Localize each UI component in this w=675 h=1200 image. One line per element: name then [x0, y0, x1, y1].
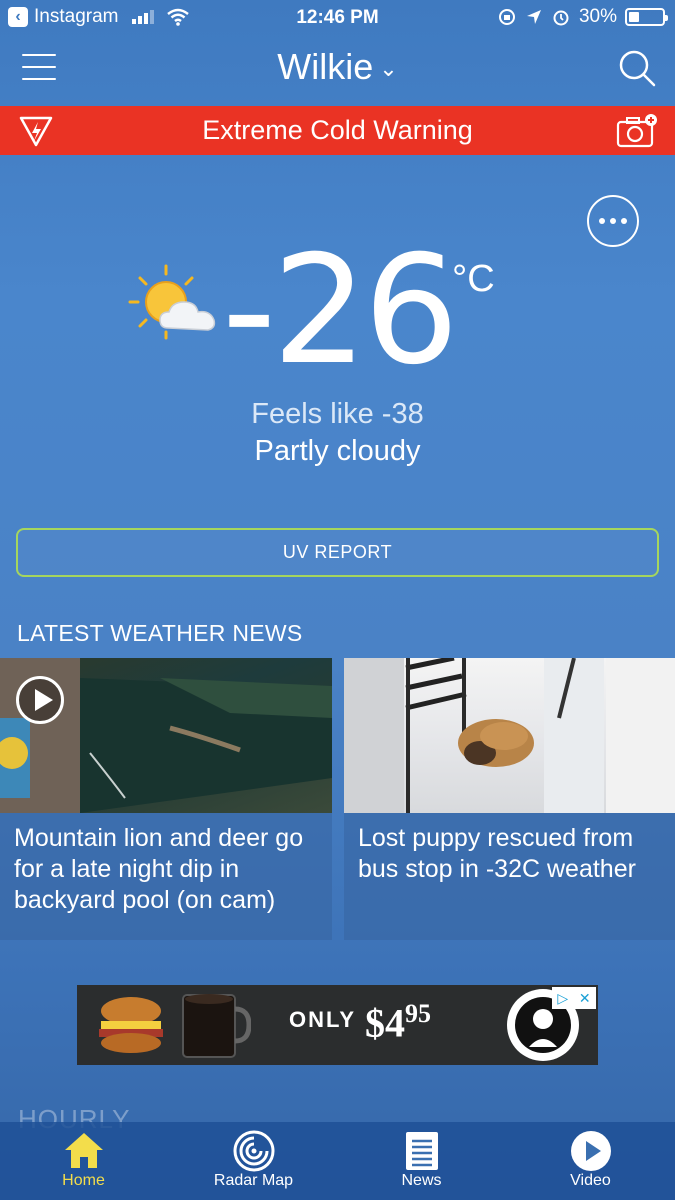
tab-video[interactable]: Video: [523, 1122, 658, 1200]
tab-label: Home: [62, 1172, 105, 1189]
close-icon[interactable]: ✕: [579, 990, 591, 1007]
alert-text: Extreme Cold Warning: [202, 115, 473, 145]
battery-icon: [625, 8, 668, 26]
status-bar: ‹ Instagram 12:46 PM 30%: [0, 0, 675, 36]
feels-like: Feels like -38: [251, 398, 424, 430]
ad-price-cents: 95: [405, 999, 431, 1028]
news-thumbnail: [344, 658, 675, 813]
location-arrow-icon: [526, 10, 541, 24]
home-icon: [64, 1133, 103, 1168]
search-icon[interactable]: [617, 48, 657, 88]
bottom-tab-bar: Home Radar Map News Video: [0, 1122, 675, 1200]
status-indicators: 30%: [497, 6, 668, 28]
news-card[interactable]: Lost puppy rescued from bus stop in -32C…: [344, 658, 675, 940]
partly-cloudy-icon: [128, 264, 216, 340]
radar-icon: [233, 1130, 274, 1172]
uv-report-button[interactable]: UV REPORT: [16, 528, 659, 577]
tab-label: Video: [570, 1172, 611, 1189]
play-icon: [570, 1131, 611, 1171]
more-options-button[interactable]: [587, 195, 639, 247]
news-section-heading: LATEST WEATHER NEWS: [17, 620, 303, 646]
add-photo-icon[interactable]: [615, 112, 659, 150]
news-card[interactable]: Mountain lion and deer go for a late nig…: [0, 658, 332, 940]
news-icon: [405, 1132, 438, 1170]
ad-info-icon: ▷: [557, 989, 569, 1006]
alarm-icon: [553, 10, 569, 26]
tab-label: Radar Map: [213, 1172, 294, 1189]
ad-text: ONLY: [289, 1007, 357, 1032]
ad-choices-icon[interactable]: ▷ ✕: [552, 987, 596, 1009]
rotation-lock-icon: [498, 9, 515, 25]
news-thumbnail: [0, 658, 332, 813]
weather-alert-banner[interactable]: Extreme Cold Warning: [0, 106, 675, 155]
news-title: Lost puppy rescued from bus stop in -32C…: [358, 824, 636, 883]
coffee-mug-icon: [182, 994, 251, 1058]
ad-price: $495: [365, 999, 431, 1046]
tab-label: News: [401, 1172, 442, 1189]
current-temperature: -26: [222, 224, 459, 398]
battery-percent: 30%: [578, 6, 617, 27]
ad-banner[interactable]: ONLY $495 ▷ ✕: [77, 985, 598, 1065]
tab-home[interactable]: Home: [16, 1122, 151, 1200]
tab-news[interactable]: News: [354, 1122, 489, 1200]
condition-text: Partly cloudy: [254, 435, 421, 467]
chevron-down-icon: ⌄: [379, 56, 398, 82]
temperature-unit[interactable]: °C: [452, 258, 495, 301]
location-selector[interactable]: Wilkie ⌄: [0, 46, 675, 88]
ad-price-dollars: $4: [365, 1000, 405, 1046]
tab-radar-map[interactable]: Radar Map: [186, 1122, 321, 1200]
app-header: Wilkie ⌄: [0, 36, 675, 104]
alert-icon: [19, 116, 53, 147]
location-name: Wilkie: [277, 46, 374, 87]
news-title: Mountain lion and deer go for a late nig…: [14, 824, 304, 914]
uv-report-label: UV REPORT: [282, 542, 393, 562]
play-video-icon[interactable]: [16, 676, 64, 724]
sandwich-icon: [99, 997, 163, 1053]
